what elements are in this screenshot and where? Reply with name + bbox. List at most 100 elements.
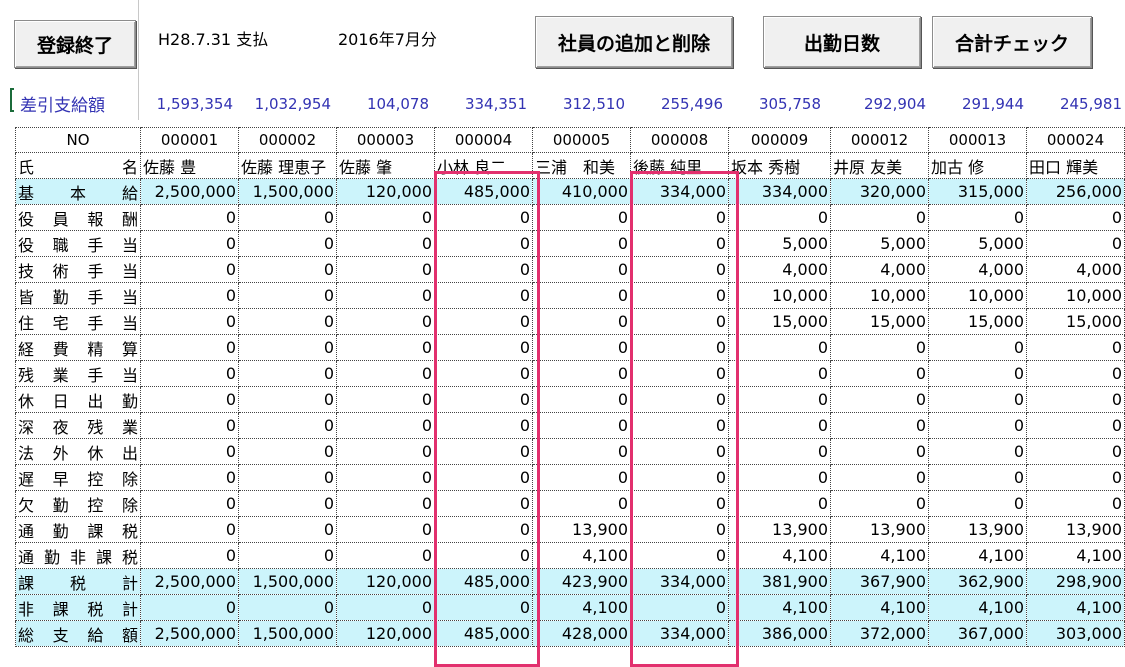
amount-cell[interactable]: 0 — [140, 386, 239, 413]
amount-cell[interactable]: 0 — [336, 412, 435, 439]
amount-cell[interactable]: 0 — [630, 360, 729, 387]
amount-cell[interactable]: 334,000 — [630, 568, 729, 595]
amount-cell[interactable]: 0 — [830, 334, 929, 361]
amount-cell[interactable]: 0 — [434, 516, 533, 543]
amount-cell[interactable]: 0 — [434, 386, 533, 413]
employee-code-cell[interactable]: 000003 — [336, 127, 435, 153]
amount-cell[interactable]: 485,000 — [434, 568, 533, 595]
amount-cell[interactable]: 0 — [532, 256, 631, 283]
amount-cell[interactable]: 120,000 — [336, 178, 435, 205]
amount-cell[interactable]: 256,000 — [1026, 178, 1125, 205]
amount-cell[interactable]: 0 — [728, 438, 831, 465]
amount-cell[interactable]: 0 — [830, 464, 929, 491]
amount-cell[interactable]: 0 — [434, 230, 533, 257]
amount-cell[interactable]: 0 — [434, 438, 533, 465]
amount-cell[interactable]: 0 — [238, 386, 337, 413]
amount-cell[interactable]: 0 — [830, 490, 929, 517]
amount-cell[interactable]: 334,000 — [630, 178, 729, 205]
amount-cell[interactable]: 0 — [630, 516, 729, 543]
amount-cell[interactable]: 0 — [140, 256, 239, 283]
amount-cell[interactable]: 410,000 — [532, 178, 631, 205]
employee-code-cell[interactable]: 000024 — [1026, 127, 1125, 153]
amount-cell[interactable]: 0 — [630, 594, 729, 621]
amount-cell[interactable]: 0 — [630, 308, 729, 335]
amount-cell[interactable]: 0 — [728, 204, 831, 231]
amount-cell[interactable]: 0 — [238, 230, 337, 257]
amount-cell[interactable]: 428,000 — [532, 620, 631, 647]
amount-cell[interactable]: 0 — [140, 412, 239, 439]
amount-cell[interactable]: 10,000 — [1026, 282, 1125, 309]
amount-cell[interactable]: 0 — [140, 464, 239, 491]
amount-cell[interactable]: 15,000 — [1026, 308, 1125, 335]
amount-cell[interactable]: 0 — [434, 490, 533, 517]
amount-cell[interactable]: 0 — [434, 594, 533, 621]
amount-cell[interactable]: 334,000 — [630, 620, 729, 647]
amount-cell[interactable]: 0 — [434, 282, 533, 309]
amount-cell[interactable]: 4,100 — [830, 594, 929, 621]
amount-cell[interactable]: 0 — [434, 308, 533, 335]
amount-cell[interactable]: 0 — [728, 386, 831, 413]
amount-cell[interactable]: 303,000 — [1026, 620, 1125, 647]
amount-cell[interactable]: 381,900 — [728, 568, 831, 595]
amount-cell[interactable]: 0 — [532, 438, 631, 465]
amount-cell[interactable]: 0 — [336, 230, 435, 257]
employee-name-cell[interactable]: 井原 友美 — [830, 152, 929, 179]
amount-cell[interactable]: 0 — [1026, 464, 1125, 491]
amount-cell[interactable]: 0 — [434, 542, 533, 569]
employee-code-cell[interactable]: 000013 — [928, 127, 1027, 153]
amount-cell[interactable]: 0 — [630, 464, 729, 491]
amount-cell[interactable]: 0 — [140, 438, 239, 465]
amount-cell[interactable]: 0 — [532, 282, 631, 309]
amount-cell[interactable]: 0 — [238, 334, 337, 361]
amount-cell[interactable]: 0 — [434, 204, 533, 231]
amount-cell[interactable]: 0 — [238, 594, 337, 621]
amount-cell[interactable]: 13,900 — [728, 516, 831, 543]
employee-name-cell[interactable]: 後藤 純里 — [630, 152, 729, 179]
amount-cell[interactable]: 0 — [238, 360, 337, 387]
amount-cell[interactable]: 0 — [336, 360, 435, 387]
amount-cell[interactable]: 0 — [140, 308, 239, 335]
amount-cell[interactable]: 1,500,000 — [238, 568, 337, 595]
amount-cell[interactable]: 4,000 — [830, 256, 929, 283]
employee-name-cell[interactable]: 小林 良二 — [434, 152, 533, 179]
amount-cell[interactable]: 367,000 — [928, 620, 1027, 647]
amount-cell[interactable]: 0 — [434, 464, 533, 491]
amount-cell[interactable]: 0 — [630, 412, 729, 439]
amount-cell[interactable]: 372,000 — [830, 620, 929, 647]
amount-cell[interactable]: 15,000 — [928, 308, 1027, 335]
employee-code-cell[interactable]: 000001 — [140, 127, 239, 153]
amount-cell[interactable]: 0 — [928, 334, 1027, 361]
amount-cell[interactable]: 4,100 — [1026, 594, 1125, 621]
amount-cell[interactable]: 0 — [532, 360, 631, 387]
amount-cell[interactable]: 1,500,000 — [238, 620, 337, 647]
amount-cell[interactable]: 0 — [928, 438, 1027, 465]
amount-cell[interactable]: 0 — [140, 490, 239, 517]
amount-cell[interactable]: 4,000 — [1026, 256, 1125, 283]
amount-cell[interactable]: 0 — [928, 204, 1027, 231]
amount-cell[interactable]: 0 — [140, 516, 239, 543]
amount-cell[interactable]: 0 — [728, 360, 831, 387]
amount-cell[interactable]: 0 — [238, 464, 337, 491]
amount-cell[interactable]: 0 — [238, 490, 337, 517]
amount-cell[interactable]: 485,000 — [434, 178, 533, 205]
amount-cell[interactable]: 0 — [238, 256, 337, 283]
amount-cell[interactable]: 0 — [928, 490, 1027, 517]
amount-cell[interactable]: 0 — [140, 360, 239, 387]
amount-cell[interactable]: 10,000 — [830, 282, 929, 309]
amount-cell[interactable]: 0 — [928, 464, 1027, 491]
amount-cell[interactable]: 298,900 — [1026, 568, 1125, 595]
amount-cell[interactable]: 0 — [630, 256, 729, 283]
amount-cell[interactable]: 0 — [728, 464, 831, 491]
amount-cell[interactable]: 0 — [630, 282, 729, 309]
employee-code-cell[interactable]: 000002 — [238, 127, 337, 153]
amount-cell[interactable]: 0 — [532, 204, 631, 231]
amount-cell[interactable]: 0 — [336, 594, 435, 621]
amount-cell[interactable]: 0 — [336, 282, 435, 309]
amount-cell[interactable]: 0 — [238, 412, 337, 439]
amount-cell[interactable]: 0 — [630, 438, 729, 465]
employee-code-cell[interactable]: 000012 — [830, 127, 929, 153]
amount-cell[interactable]: 0 — [238, 308, 337, 335]
amount-cell[interactable]: 10,000 — [728, 282, 831, 309]
amount-cell[interactable]: 0 — [1026, 386, 1125, 413]
amount-cell[interactable]: 0 — [434, 360, 533, 387]
